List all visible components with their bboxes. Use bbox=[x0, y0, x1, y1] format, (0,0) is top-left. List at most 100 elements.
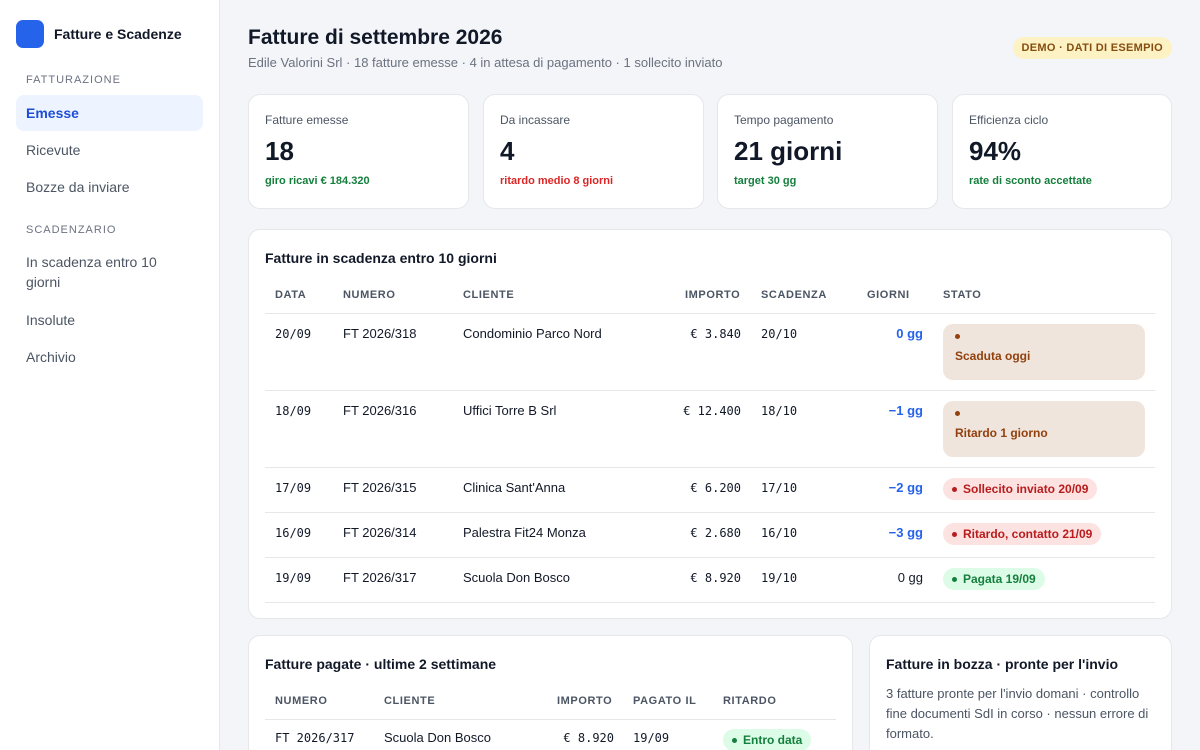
cell-data: 18/09 bbox=[275, 404, 312, 418]
cell-cliente: Uffici Torre B Srl bbox=[463, 403, 557, 418]
page-title: Fatture di settembre 2026 bbox=[248, 26, 503, 49]
paid-invoices-card: Fatture pagate · ultime 2 settimane NUME… bbox=[248, 635, 853, 750]
status-badge: Ritardo, contatto 21/09 bbox=[943, 523, 1102, 545]
status-label: Entro data bbox=[743, 733, 803, 747]
kpi-card-efficienza-ciclo[interactable]: Efficienza ciclo 94% rate di sconto acce… bbox=[952, 94, 1172, 209]
kpi-card-tempo-pagamento[interactable]: Tempo pagamento 21 giorni target 30 gg bbox=[717, 94, 938, 209]
cell-numero[interactable]: FT 2026/317 bbox=[275, 731, 354, 745]
cell-data: 19/09 bbox=[275, 571, 312, 585]
cell-cliente: Scuola Don Bosco bbox=[384, 730, 491, 745]
cell-giorni: 0 gg bbox=[896, 326, 923, 341]
status-label: Ritardo 1 giorno bbox=[955, 426, 1048, 440]
column-header-pagato-il[interactable]: PAGATO IL bbox=[633, 695, 696, 707]
sidebar-section-fatturazione: FATTURAZIONE bbox=[26, 74, 121, 86]
table-row[interactable]: 17/09 FT 2026/315 Clinica Sant'Anna € 6.… bbox=[265, 468, 1155, 513]
column-header-cliente[interactable]: CLIENTE bbox=[463, 289, 514, 301]
app-logo-icon bbox=[16, 20, 44, 48]
cell-numero[interactable]: FT 2026/314 bbox=[343, 525, 416, 540]
cell-numero[interactable]: FT 2026/316 bbox=[343, 403, 416, 418]
sidebar-item-in-scadenza[interactable]: In scadenza entro 10 giorni bbox=[16, 244, 186, 300]
draft-invoices-title: Fatture in bozza · pronte per l'invio bbox=[886, 656, 1119, 672]
brand[interactable]: Fatture e Scadenze bbox=[16, 20, 182, 48]
kpi-label: Da incassare bbox=[500, 113, 571, 127]
status-label: Pagata 19/09 bbox=[963, 572, 1036, 586]
sidebar-item-archivio[interactable]: Archivio bbox=[16, 339, 203, 375]
column-header-importo[interactable]: IMPORTO bbox=[557, 695, 612, 707]
table-row[interactable]: 19/09 FT 2026/317 Scuola Don Bosco € 8.9… bbox=[265, 558, 1155, 603]
kpi-value: 18 bbox=[265, 136, 294, 166]
kpi-card-fatture-emesse[interactable]: Fatture emesse 18 giro ricavi € 184.320 bbox=[248, 94, 469, 209]
cell-numero[interactable]: FT 2026/317 bbox=[343, 570, 416, 585]
cell-importo: € 3.840 bbox=[690, 327, 741, 341]
cell-data: 16/09 bbox=[275, 526, 312, 540]
demo-badge: DEMO · DATI DI ESEMPIO bbox=[1012, 37, 1172, 59]
column-header-data[interactable]: DATA bbox=[275, 289, 306, 301]
paid-table-header: NUMERO CLIENTE IMPORTO PAGATO IL RITARDO bbox=[265, 688, 836, 720]
cell-importo: € 12.400 bbox=[683, 404, 741, 418]
column-header-giorni[interactable]: GIORNI bbox=[867, 289, 910, 301]
due-invoices-card: Fatture in scadenza entro 10 giorni DATA… bbox=[248, 229, 1172, 619]
cell-numero[interactable]: FT 2026/318 bbox=[343, 326, 416, 341]
cell-data: 20/09 bbox=[275, 327, 312, 341]
table-row[interactable]: FT 2026/317 Scuola Don Bosco € 8.920 19/… bbox=[265, 720, 836, 750]
status-badge: Pagata 19/09 bbox=[943, 568, 1045, 590]
column-header-numero[interactable]: NUMERO bbox=[275, 695, 328, 707]
cell-scadenza: 19/10 bbox=[761, 571, 798, 585]
cell-importo: € 2.680 bbox=[690, 526, 741, 540]
column-header-importo[interactable]: IMPORTO bbox=[685, 289, 740, 301]
kpi-note: target 30 gg bbox=[734, 175, 797, 187]
cell-cliente: Clinica Sant'Anna bbox=[463, 480, 566, 495]
kpi-row: Fatture emesse 18 giro ricavi € 184.320 … bbox=[248, 94, 1172, 209]
cell-importo: € 8.920 bbox=[563, 731, 614, 745]
kpi-label: Efficienza ciclo bbox=[969, 113, 1049, 127]
cell-data: 17/09 bbox=[275, 481, 312, 495]
cell-cliente: Scuola Don Bosco bbox=[463, 570, 570, 585]
status-badge: Sollecito inviato 20/09 bbox=[943, 478, 1098, 500]
due-invoices-title: Fatture in scadenza entro 10 giorni bbox=[265, 250, 497, 266]
table-row[interactable]: 20/09 FT 2026/318 Condominio Parco Nord … bbox=[265, 314, 1155, 391]
status-label: Ritardo, contatto 21/09 bbox=[963, 527, 1093, 541]
sidebar-item-emesse[interactable]: Emesse bbox=[16, 95, 203, 131]
column-header-numero[interactable]: NUMERO bbox=[343, 289, 396, 301]
kpi-value: 21 giorni bbox=[734, 136, 843, 166]
table-row[interactable]: 16/09 FT 2026/314 Palestra Fit24 Monza €… bbox=[265, 513, 1155, 558]
status-dot-icon bbox=[955, 334, 960, 339]
cell-numero[interactable]: FT 2026/315 bbox=[343, 480, 416, 495]
kpi-value: 4 bbox=[500, 136, 515, 166]
cell-cliente: Condominio Parco Nord bbox=[463, 326, 602, 341]
sidebar-item-ricevute[interactable]: Ricevute bbox=[16, 132, 203, 168]
table-row[interactable]: 18/09 FT 2026/316 Uffici Torre B Srl € 1… bbox=[265, 391, 1155, 468]
kpi-value: 94% bbox=[969, 136, 1022, 166]
column-header-stato[interactable]: STATO bbox=[943, 289, 981, 301]
status-dot-icon bbox=[952, 531, 957, 537]
status-label: Sollecito inviato 20/09 bbox=[963, 482, 1089, 496]
cell-scadenza: 18/10 bbox=[761, 404, 798, 418]
status-badge: Ritardo 1 giorno bbox=[943, 401, 1145, 457]
status-dot-icon bbox=[952, 576, 957, 582]
sidebar-item-insolute[interactable]: Insolute bbox=[16, 302, 203, 338]
status-badge: Entro data bbox=[723, 729, 812, 750]
sidebar-item-bozze[interactable]: Bozze da inviare bbox=[16, 169, 203, 205]
cell-scadenza: 17/10 bbox=[761, 481, 798, 495]
column-header-ritardo[interactable]: RITARDO bbox=[723, 695, 777, 707]
column-header-cliente[interactable]: CLIENTE bbox=[384, 695, 435, 707]
paid-invoices-title: Fatture pagate · ultime 2 settimane bbox=[265, 656, 497, 672]
kpi-note: rate di sconto accettate bbox=[969, 175, 1092, 187]
cell-scadenza: 16/10 bbox=[761, 526, 798, 540]
column-header-scadenza[interactable]: SCADENZA bbox=[761, 289, 827, 301]
status-dot-icon bbox=[732, 737, 737, 743]
status-badge: Scaduta oggi bbox=[943, 324, 1145, 380]
page-subtitle: Edile Valorini Srl · 18 fatture emesse ·… bbox=[248, 55, 723, 70]
draft-invoices-card: Fatture in bozza · pronte per l'invio 3 … bbox=[869, 635, 1172, 750]
cell-giorni: −1 gg bbox=[888, 403, 923, 418]
cell-giorni: −3 gg bbox=[888, 525, 923, 540]
app-name: Fatture e Scadenze bbox=[54, 26, 182, 42]
kpi-card-da-incassare[interactable]: Da incassare 4 ritardo medio 8 giorni bbox=[483, 94, 704, 209]
status-dot-icon bbox=[955, 411, 960, 416]
kpi-note: giro ricavi € 184.320 bbox=[265, 175, 370, 187]
kpi-label: Tempo pagamento bbox=[734, 113, 834, 127]
cell-importo: € 6.200 bbox=[690, 481, 741, 495]
kpi-label: Fatture emesse bbox=[265, 113, 349, 127]
sidebar: Fatture e Scadenze FATTURAZIONE Emesse R… bbox=[0, 0, 220, 750]
cell-giorni: 0 gg bbox=[897, 570, 923, 585]
